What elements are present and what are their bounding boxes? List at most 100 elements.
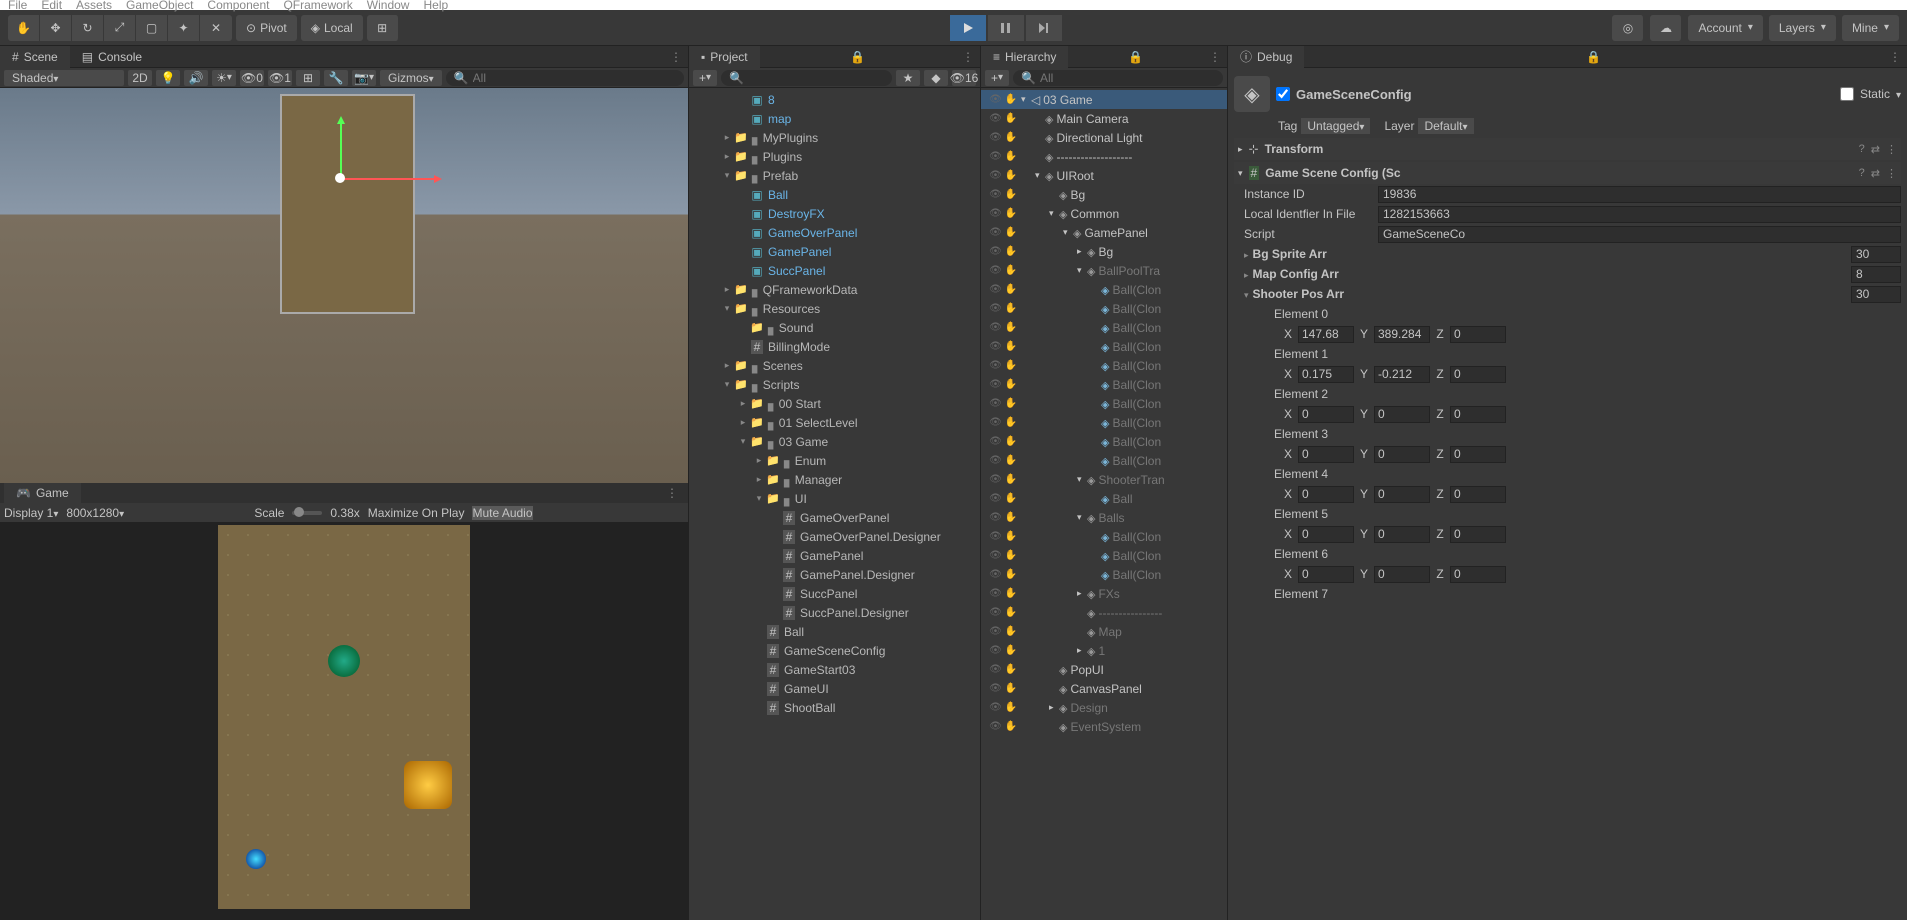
gameobject-name[interactable]: GameSceneConfig: [1296, 87, 1834, 102]
hierarchy-item[interactable]: 👁 ✋▸Bg: [981, 242, 1227, 261]
help-icon[interactable]: ?: [1859, 143, 1865, 155]
menu-help[interactable]: Help: [423, 0, 448, 12]
debug-tab[interactable]: ⓘDebug: [1228, 46, 1304, 68]
lock-icon[interactable]: 🔒: [1122, 50, 1149, 64]
array-row[interactable]: Bg Sprite Arr: [1234, 244, 1901, 264]
project-tab[interactable]: ▪Project: [689, 46, 760, 68]
x-field[interactable]: [1298, 446, 1354, 463]
project-item[interactable]: #ShootBall: [689, 698, 980, 717]
help-icon[interactable]: ?: [1859, 167, 1865, 179]
x-field[interactable]: [1298, 526, 1354, 543]
fx-dropdown[interactable]: ☀: [212, 70, 236, 86]
script-component[interactable]: ▾# Game Scene Config (Sc ? ⇄ ⋮: [1234, 162, 1901, 184]
hierarchy-item[interactable]: 👁 ✋▾BallPoolTra: [981, 261, 1227, 280]
y-field[interactable]: [1374, 526, 1430, 543]
hierarchy-item[interactable]: 👁 ✋Ball: [981, 489, 1227, 508]
hidden-toggle[interactable]: 👁16: [952, 70, 976, 86]
transform-component[interactable]: ▸⊹ Transform ? ⇄ ⋮: [1234, 138, 1901, 160]
project-item[interactable]: ▸📁Scenes: [689, 356, 980, 375]
x-field[interactable]: [1298, 326, 1354, 343]
y-field[interactable]: [1374, 366, 1430, 383]
z-field[interactable]: [1450, 526, 1506, 543]
project-item[interactable]: ▸📁Enum: [689, 451, 980, 470]
y-field[interactable]: [1374, 446, 1430, 463]
y-field[interactable]: [1374, 406, 1430, 423]
hierarchy-item[interactable]: 👁 ✋▾Balls: [981, 508, 1227, 527]
hierarchy-item[interactable]: 👁 ✋Bg: [981, 185, 1227, 204]
project-item[interactable]: #SuccPanel: [689, 584, 980, 603]
project-item[interactable]: #BillingMode: [689, 337, 980, 356]
array-size[interactable]: [1851, 286, 1901, 303]
hierarchy-tab[interactable]: ≡Hierarchy: [981, 46, 1068, 68]
resolution-dropdown[interactable]: 800x1280: [66, 506, 246, 520]
project-item[interactable]: ▾📁UI: [689, 489, 980, 508]
hierarchy-item[interactable]: 👁 ✋PopUI: [981, 660, 1227, 679]
hierarchy-item[interactable]: 👁 ✋Directional Light: [981, 128, 1227, 147]
hierarchy-item[interactable]: 👁 ✋Ball(Clon: [981, 337, 1227, 356]
hierarchy-item[interactable]: 👁 ✋Map: [981, 622, 1227, 641]
hierarchy-tree[interactable]: 👁 ✋▾◁03 Game👁 ✋Main Camera👁 ✋Directional…: [981, 88, 1227, 920]
project-item[interactable]: #GameOverPanel.Designer: [689, 527, 980, 546]
preset-icon[interactable]: ⇄: [1871, 167, 1880, 180]
x-field[interactable]: [1298, 366, 1354, 383]
menu-icon[interactable]: ⋮: [1886, 167, 1897, 180]
menu-bar[interactable]: FileEditAssetsGameObjectComponentQFramew…: [0, 0, 1907, 10]
hierarchy-item[interactable]: 👁 ✋▸1: [981, 641, 1227, 660]
layers-dropdown[interactable]: Layers: [1769, 15, 1836, 41]
static-checkbox[interactable]: [1840, 87, 1854, 101]
property-value[interactable]: [1378, 226, 1901, 243]
hierarchy-item[interactable]: 👁 ✋Ball(Clon: [981, 375, 1227, 394]
project-item[interactable]: #GamePanel.Designer: [689, 565, 980, 584]
menu-file[interactable]: File: [8, 0, 27, 12]
z-field[interactable]: [1450, 366, 1506, 383]
project-item[interactable]: #GameOverPanel: [689, 508, 980, 527]
hierarchy-item[interactable]: 👁 ✋Ball(Clon: [981, 413, 1227, 432]
vis2-toggle[interactable]: 👁1: [268, 70, 292, 86]
x-field[interactable]: [1298, 486, 1354, 503]
project-item[interactable]: 📁Sound: [689, 318, 980, 337]
menu-edit[interactable]: Edit: [41, 0, 62, 12]
z-field[interactable]: [1450, 566, 1506, 583]
tool-a[interactable]: 🔧: [324, 70, 348, 86]
panel-options-icon[interactable]: ⋮: [1203, 50, 1227, 64]
2d-toggle[interactable]: 2D: [128, 70, 152, 86]
camera-dropdown[interactable]: 📷: [352, 70, 376, 86]
scene-view[interactable]: [0, 88, 688, 483]
project-search[interactable]: 🔍: [721, 70, 892, 86]
panel-options-icon[interactable]: ⋮: [1883, 50, 1907, 64]
hierarchy-item[interactable]: 👁 ✋▾ShooterTran: [981, 470, 1227, 489]
hierarchy-item[interactable]: 👁 ✋Ball(Clon: [981, 451, 1227, 470]
project-item[interactable]: #GameUI: [689, 679, 980, 698]
project-item[interactable]: ▾📁Resources: [689, 299, 980, 318]
hierarchy-item[interactable]: 👁 ✋Ball(Clon: [981, 318, 1227, 337]
game-tab[interactable]: 🎮Game: [4, 482, 81, 504]
hierarchy-item[interactable]: 👁 ✋Ball(Clon: [981, 299, 1227, 318]
property-value[interactable]: [1378, 186, 1901, 203]
project-item[interactable]: ▾📁Scripts: [689, 375, 980, 394]
menu-gameobject[interactable]: GameObject: [126, 0, 193, 12]
project-item[interactable]: ▸📁QFrameworkData: [689, 280, 980, 299]
hierarchy-item[interactable]: 👁 ✋Ball(Clon: [981, 280, 1227, 299]
hierarchy-item[interactable]: 👁 ✋▾◁03 Game: [981, 90, 1227, 109]
play-button[interactable]: [950, 15, 986, 41]
tag-dropdown[interactable]: Untagged: [1301, 118, 1370, 134]
x-field[interactable]: [1298, 566, 1354, 583]
rect-tool[interactable]: ▢: [136, 15, 168, 41]
project-item[interactable]: ▸📁00 Start: [689, 394, 980, 413]
menu-icon[interactable]: ⋮: [1886, 143, 1897, 156]
maximize-toggle[interactable]: Maximize On Play: [368, 506, 465, 520]
hierarchy-item[interactable]: 👁 ✋Main Camera: [981, 109, 1227, 128]
project-item[interactable]: ▾📁Prefab: [689, 166, 980, 185]
scene-search[interactable]: 🔍: [446, 70, 684, 86]
local-toggle[interactable]: ◈Local: [301, 15, 363, 41]
project-item[interactable]: ▣DestroyFX: [689, 204, 980, 223]
project-tree[interactable]: ▣8▣map▸📁MyPlugins▸📁Plugins▾📁Prefab▣Ball▣…: [689, 88, 980, 920]
x-field[interactable]: [1298, 406, 1354, 423]
scale-tool[interactable]: ⤢: [104, 15, 136, 41]
z-field[interactable]: [1450, 406, 1506, 423]
display-dropdown[interactable]: Display 1: [4, 506, 58, 520]
menu-qframework[interactable]: QFramework: [283, 0, 352, 12]
add-dropdown[interactable]: +: [693, 70, 717, 86]
panel-options-icon[interactable]: ⋮: [664, 50, 688, 64]
hierarchy-item[interactable]: 👁 ✋----------------: [981, 603, 1227, 622]
